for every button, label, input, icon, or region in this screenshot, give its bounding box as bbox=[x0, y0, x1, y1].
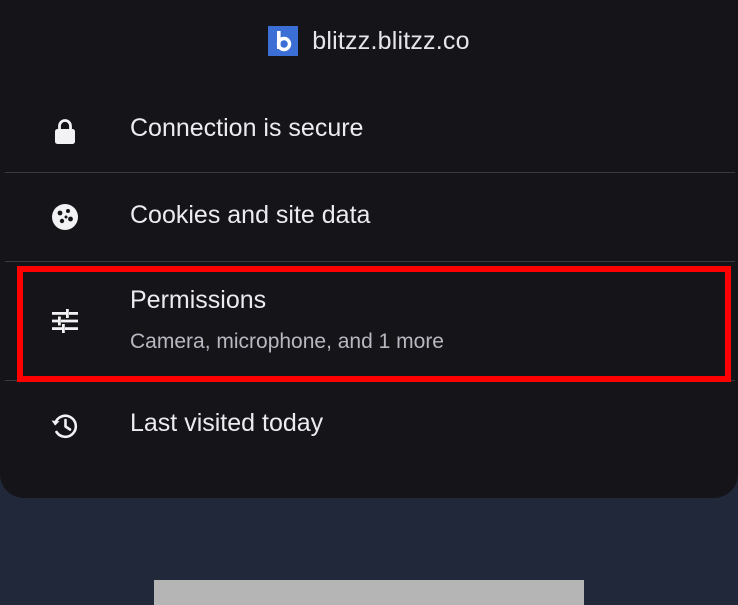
blitzz-b-icon bbox=[268, 26, 299, 56]
highlight-box bbox=[17, 266, 731, 382]
connection-security-row[interactable]: Connection is secure bbox=[0, 90, 738, 172]
page-info-sheet: blitzz.blitzz.co Connection is secure Co… bbox=[0, 0, 738, 498]
connection-status-label: Connection is secure bbox=[130, 114, 364, 142]
last-visited-label: Last visited today bbox=[130, 409, 324, 437]
history-icon bbox=[50, 411, 80, 441]
cookies-row[interactable]: Cookies and site data bbox=[0, 173, 738, 261]
history-row[interactable]: Last visited today bbox=[0, 381, 738, 471]
site-domain: blitzz.blitzz.co bbox=[312, 26, 470, 55]
cookies-label: Cookies and site data bbox=[130, 201, 371, 229]
cookie-icon bbox=[50, 202, 80, 232]
lock-icon bbox=[50, 116, 80, 146]
page-content-block bbox=[154, 580, 584, 605]
site-header: blitzz.blitzz.co bbox=[0, 18, 738, 64]
